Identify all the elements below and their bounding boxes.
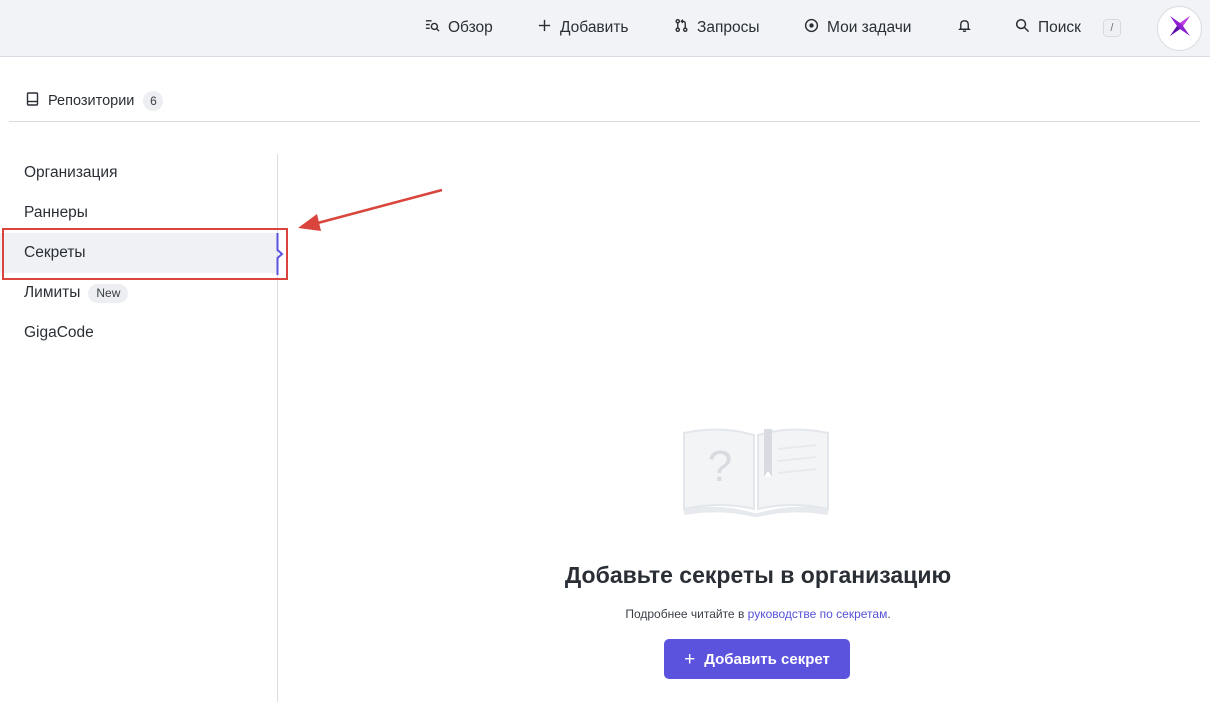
new-badge: New: [88, 283, 129, 303]
active-item-indicator: [276, 233, 284, 275]
sidebar-item-label: Лимиты: [24, 284, 81, 301]
search-button[interactable]: Поиск /: [1015, 0, 1121, 56]
sidebar-item-secrets[interactable]: Секреты: [0, 233, 277, 273]
sidebar-item-organization[interactable]: Организация: [0, 153, 277, 193]
nav-requests-label: Запросы: [697, 19, 760, 36]
tasks-icon: [804, 18, 819, 38]
repository-icon: [26, 92, 39, 110]
plus-icon: [537, 18, 552, 38]
bell-icon: [957, 18, 972, 38]
nav-overview[interactable]: Обзор: [425, 0, 493, 56]
nav-my-tasks[interactable]: Мои задачи: [804, 0, 911, 56]
empty-state-title: Добавьте секреты в организацию: [564, 562, 952, 588]
empty-book-illustration: ?: [683, 428, 829, 517]
annotation-arrow: [298, 188, 443, 231]
sidebar-item-label: GigaCode: [24, 324, 94, 341]
search-icon: [1015, 18, 1030, 38]
top-navigation-bar: Обзор Добавить Запросы Мои задачи Поиск …: [0, 0, 1210, 57]
plus-icon: +: [684, 648, 696, 670]
repositories-tab-label: Репозитории: [48, 93, 135, 109]
overview-icon: [425, 18, 440, 38]
search-label: Поиск: [1038, 19, 1081, 36]
sidebar-item-label: Секреты: [24, 244, 86, 261]
svg-text:?: ?: [708, 442, 732, 491]
search-shortcut-key: /: [1102, 19, 1121, 37]
logo-avatar-icon: [1167, 13, 1193, 44]
add-secret-button[interactable]: + Добавить секрет: [664, 639, 850, 679]
nav-add[interactable]: Добавить: [537, 0, 629, 56]
sidebar-item-limits[interactable]: Лимиты New: [0, 273, 277, 313]
notifications-button[interactable]: [957, 0, 972, 56]
repositories-tab[interactable]: Репозитории 6: [26, 88, 164, 114]
nav-my-tasks-label: Мои задачи: [827, 19, 912, 36]
sidebar-item-gigacode[interactable]: GigaCode: [0, 313, 277, 353]
empty-state-description: Подробнее читайте в руководстве по секре…: [478, 607, 1038, 621]
secrets-guide-link[interactable]: руководстве по секретам: [748, 607, 888, 621]
nav-add-label: Добавить: [560, 19, 629, 36]
add-secret-button-label: Добавить секрет: [704, 650, 830, 668]
empty-state-description-suffix: .: [887, 607, 891, 621]
nav-overview-label: Обзор: [448, 19, 493, 36]
sidebar-item-label: Организация: [24, 164, 118, 181]
nav-requests[interactable]: Запросы: [674, 0, 760, 56]
repositories-count-badge: 6: [143, 91, 164, 111]
sidebar-item-label: Раннеры: [24, 204, 88, 221]
sidebar-item-runners[interactable]: Раннеры: [0, 193, 277, 233]
tabs-divider: [9, 121, 1200, 122]
pull-request-icon: [674, 18, 689, 38]
user-avatar[interactable]: [1157, 6, 1202, 51]
empty-state-description-text: Подробнее читайте в: [625, 607, 748, 621]
